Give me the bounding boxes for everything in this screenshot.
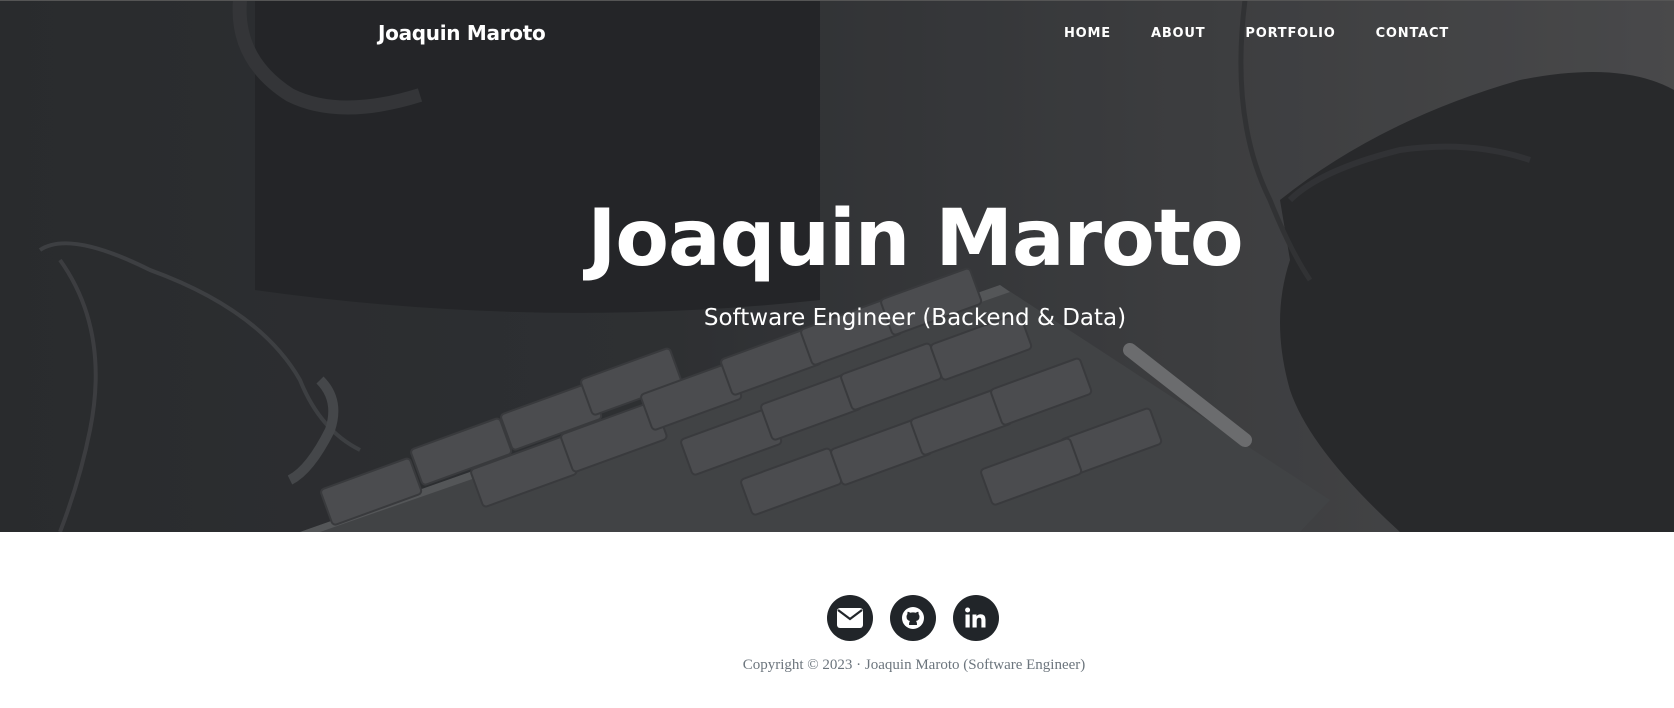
nav-link-contact[interactable]: CONTACT [1376,26,1449,41]
social-links [827,595,1016,641]
email-button[interactable] [827,595,873,641]
hero-title: Joaquin Maroto [587,194,1243,284]
nav-link-portfolio[interactable]: PORTFOLIO [1245,26,1335,41]
github-icon [902,607,924,629]
nav-link-home[interactable]: HOME [1064,26,1111,41]
github-button[interactable] [890,595,936,641]
hero-subtitle: Software Engineer (Backend & Data) [703,305,1127,331]
nav-links: HOME ABOUT PORTFOLIO CONTACT [1024,26,1449,41]
footer: Copyright © 2023 · Joaquin Maroto (Softw… [0,532,1674,708]
linkedin-button[interactable] [953,595,999,641]
top-navbar: Joaquin Maroto HOME ABOUT PORTFOLIO CONT… [0,0,1674,68]
envelope-icon [837,608,863,628]
copyright-text: Copyright © 2023 · Joaquin Maroto (Softw… [742,657,1086,673]
hero-section: Joaquin Maroto HOME ABOUT PORTFOLIO CONT… [0,0,1674,532]
nav-link-about[interactable]: ABOUT [1151,26,1205,41]
linkedin-icon [965,607,986,628]
brand-link[interactable]: Joaquin Maroto [378,21,546,45]
